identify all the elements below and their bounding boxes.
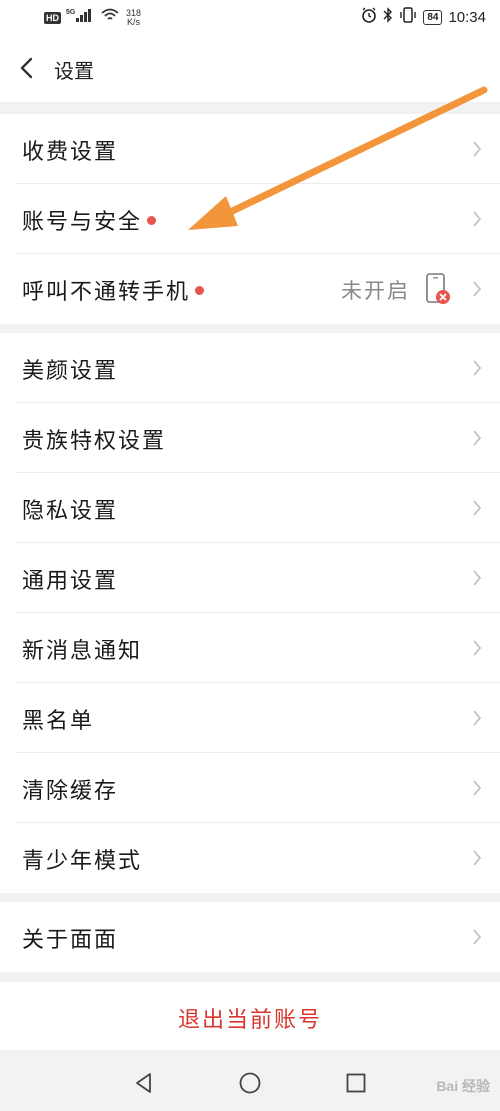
logout-button[interactable]: 退出当前账号: [0, 982, 500, 1050]
nav-back-icon[interactable]: [132, 1071, 156, 1095]
alarm-icon: [361, 7, 377, 27]
row-label: 账号与安全: [22, 204, 157, 236]
row-label: 隐私设置: [22, 499, 119, 524]
row-label: 呼叫不通转手机: [22, 274, 205, 306]
row-noble-privilege-settings[interactable]: 贵族特权设置: [0, 403, 500, 473]
hd-badge: HD: [44, 11, 61, 24]
page-title: 设置: [54, 59, 94, 83]
battery-indicator: 84: [423, 9, 443, 25]
status-left: HD 5G 318 K/s: [44, 8, 141, 27]
settings-group-1: 收费设置 账号与安全 呼叫不通转手机 未开启: [0, 114, 500, 324]
bluetooth-icon: [383, 7, 393, 27]
chevron-right-icon: [473, 929, 482, 945]
row-label: 收费设置: [22, 140, 119, 165]
row-charge-settings[interactable]: 收费设置: [0, 114, 500, 184]
system-nav-bar: Bai 经验: [0, 1056, 500, 1111]
row-general-settings[interactable]: 通用设置: [0, 543, 500, 613]
status-right: 84 10:34: [361, 7, 486, 27]
status-bar: HD 5G 318 K/s 84 10:34: [0, 0, 500, 36]
row-label: 关于面面: [22, 928, 119, 953]
row-about[interactable]: 关于面面: [0, 902, 500, 972]
chevron-right-icon: [473, 211, 482, 227]
row-call-forward-phone[interactable]: 呼叫不通转手机 未开启: [0, 254, 500, 324]
row-privacy-settings[interactable]: 隐私设置: [0, 473, 500, 543]
nav-recents-icon[interactable]: [344, 1071, 368, 1095]
chevron-right-icon: [473, 281, 482, 297]
call-forward-status: 未开启: [341, 279, 410, 303]
row-label: 青少年模式: [22, 849, 143, 874]
row-account-security[interactable]: 账号与安全: [0, 184, 500, 254]
chevron-right-icon: [473, 500, 482, 516]
row-clear-cache[interactable]: 清除缓存: [0, 753, 500, 823]
back-arrow-icon[interactable]: [16, 54, 40, 82]
network-speed: 318 K/s: [126, 8, 141, 27]
signal-icon: 5G: [66, 8, 96, 27]
chevron-right-icon: [473, 360, 482, 376]
phone-disabled-icon: [426, 273, 450, 304]
row-teen-mode[interactable]: 青少年模式: [0, 823, 500, 893]
logout-label: 退出当前账号: [177, 1008, 322, 1033]
header: 设置: [0, 36, 500, 102]
row-label: 黑名单: [22, 709, 95, 734]
chevron-right-icon: [473, 141, 482, 157]
vibrate-icon: [399, 7, 417, 27]
settings-group-3: 关于面面: [0, 902, 500, 972]
chevron-right-icon: [473, 710, 482, 726]
network-type-label: 5G: [66, 9, 76, 16]
row-label: 通用设置: [22, 569, 119, 594]
notification-dot: [147, 215, 157, 225]
speed-unit: K/s: [127, 16, 141, 27]
notification-dot: [195, 285, 205, 295]
chevron-right-icon: [473, 640, 482, 656]
chevron-right-icon: [473, 780, 482, 796]
settings-group-2: 美颜设置 贵族特权设置 隐私设置 通用设置 新消息通知 黑名单 清除缓存 青少年…: [0, 333, 500, 893]
row-label: 美颜设置: [22, 359, 119, 384]
row-beauty-settings[interactable]: 美颜设置: [0, 333, 500, 403]
clock: 10:34: [448, 8, 486, 26]
row-label: 清除缓存: [22, 779, 119, 804]
wifi-icon: [101, 8, 119, 27]
row-label: 贵族特权设置: [22, 429, 167, 454]
chevron-right-icon: [473, 850, 482, 866]
chevron-right-icon: [473, 430, 482, 446]
row-new-message-notification[interactable]: 新消息通知: [0, 613, 500, 683]
chevron-right-icon: [473, 570, 482, 586]
row-blacklist[interactable]: 黑名单: [0, 683, 500, 753]
row-label: 新消息通知: [22, 639, 143, 664]
baidu-watermark: Bai 经验: [436, 1078, 490, 1094]
nav-home-icon[interactable]: [238, 1071, 262, 1095]
